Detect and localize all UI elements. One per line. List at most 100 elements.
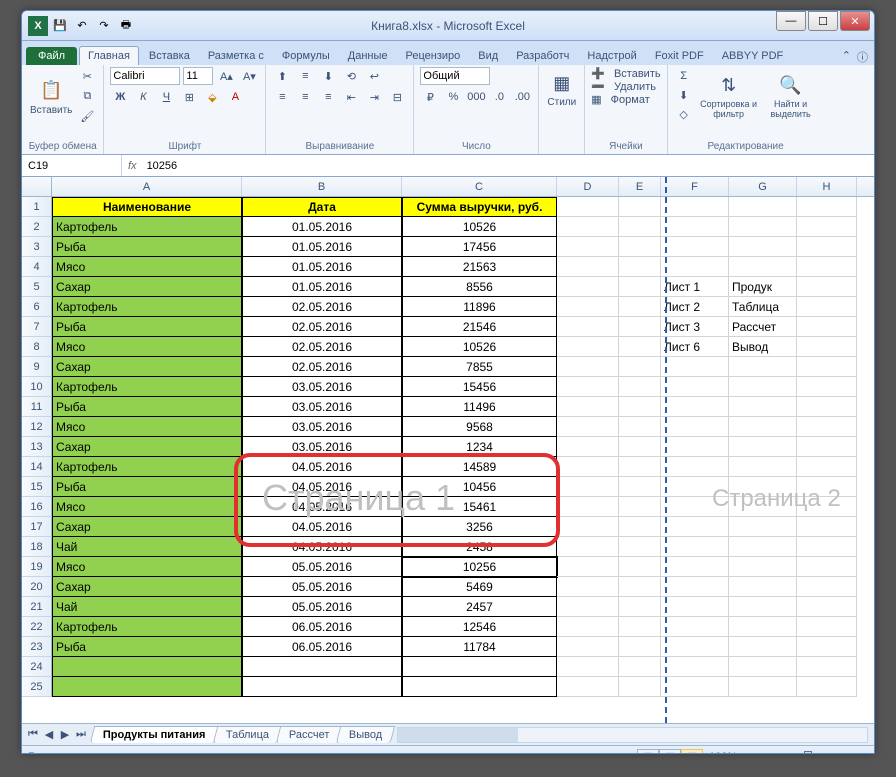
font-name-select[interactable] — [110, 67, 180, 85]
help-icon[interactable]: ⓘ — [857, 49, 868, 65]
cell[interactable] — [661, 357, 729, 377]
cell[interactable] — [619, 497, 661, 517]
fill-icon[interactable]: ⬇ — [674, 86, 694, 104]
cell[interactable]: 2458 — [402, 537, 557, 557]
align-bottom-icon[interactable]: ⬇ — [318, 67, 338, 85]
cell[interactable] — [661, 597, 729, 617]
cell[interactable] — [797, 557, 857, 577]
cell[interactable] — [729, 617, 797, 637]
orientation-icon[interactable]: ⟲ — [341, 67, 361, 85]
cell[interactable] — [557, 457, 619, 477]
zoom-thumb[interactable] — [804, 751, 812, 755]
cell[interactable] — [661, 557, 729, 577]
cell[interactable] — [557, 597, 619, 617]
sheet-tab[interactable]: Рассчет — [275, 726, 342, 743]
file-tab[interactable]: Файл — [26, 47, 77, 65]
cell[interactable]: Продук — [729, 277, 797, 297]
row-header[interactable]: 19 — [22, 557, 52, 577]
cell[interactable] — [557, 677, 619, 697]
cell[interactable] — [661, 497, 729, 517]
formula-input[interactable]: 10256 — [143, 160, 874, 172]
decrease-indent-icon[interactable]: ⇤ — [341, 88, 361, 106]
cell[interactable] — [619, 217, 661, 237]
row-header[interactable]: 10 — [22, 377, 52, 397]
cell[interactable] — [729, 237, 797, 257]
app-icon[interactable]: X — [28, 16, 48, 36]
cell[interactable]: 11784 — [402, 637, 557, 657]
cell[interactable]: Сахар — [52, 577, 242, 597]
cell[interactable]: 15461 — [402, 497, 557, 517]
cell[interactable]: Рыба — [52, 637, 242, 657]
minimize-button[interactable]: — — [776, 11, 806, 31]
close-button[interactable]: ✕ — [840, 11, 870, 31]
cell[interactable] — [619, 277, 661, 297]
cell[interactable]: 8556 — [402, 277, 557, 297]
paste-button[interactable]: 📋 Вставить — [28, 75, 74, 118]
cell[interactable]: 05.05.2016 — [242, 557, 402, 577]
cell[interactable]: Мясо — [52, 337, 242, 357]
cell[interactable] — [557, 377, 619, 397]
cell[interactable] — [557, 397, 619, 417]
row-header[interactable]: 17 — [22, 517, 52, 537]
cell[interactable] — [619, 397, 661, 417]
row-header[interactable]: 22 — [22, 617, 52, 637]
tab-view[interactable]: Вид — [470, 47, 506, 65]
cell[interactable] — [661, 457, 729, 477]
autosum-icon[interactable]: Σ — [674, 67, 694, 85]
cell[interactable]: Картофель — [52, 217, 242, 237]
cell[interactable] — [402, 677, 557, 697]
cell[interactable] — [619, 457, 661, 477]
cell[interactable] — [619, 357, 661, 377]
cell[interactable] — [797, 597, 857, 617]
row-header[interactable]: 13 — [22, 437, 52, 457]
cell[interactable] — [797, 217, 857, 237]
cell[interactable]: Сахар — [52, 437, 242, 457]
cell[interactable]: 04.05.2016 — [242, 477, 402, 497]
name-box[interactable]: C19 — [22, 155, 122, 176]
sheet-nav-prev-icon[interactable]: ◀ — [42, 727, 56, 743]
row-header[interactable]: 2 — [22, 217, 52, 237]
cell[interactable]: 05.05.2016 — [242, 597, 402, 617]
cell[interactable] — [619, 657, 661, 677]
cell[interactable]: Мясо — [52, 417, 242, 437]
cell[interactable] — [619, 557, 661, 577]
cell[interactable] — [619, 297, 661, 317]
cell[interactable]: 10456 — [402, 477, 557, 497]
tab-insert[interactable]: Вставка — [141, 47, 198, 65]
cell[interactable]: 06.05.2016 — [242, 637, 402, 657]
increase-indent-icon[interactable]: ⇥ — [364, 88, 384, 106]
cell[interactable]: 03.05.2016 — [242, 437, 402, 457]
cell[interactable]: 10256 — [402, 557, 557, 577]
row-header[interactable]: 5 — [22, 277, 52, 297]
cell[interactable]: Наименование — [52, 197, 242, 217]
cell[interactable] — [797, 497, 857, 517]
row-header[interactable]: 12 — [22, 417, 52, 437]
cell[interactable] — [619, 677, 661, 697]
sheet-tab[interactable]: Таблица — [212, 726, 282, 743]
cell[interactable] — [557, 337, 619, 357]
cell[interactable]: 03.05.2016 — [242, 377, 402, 397]
number-format-select[interactable] — [420, 67, 490, 85]
cell[interactable] — [797, 297, 857, 317]
cell[interactable] — [729, 577, 797, 597]
cell[interactable]: Мясо — [52, 557, 242, 577]
cell[interactable]: 21563 — [402, 257, 557, 277]
cell[interactable] — [797, 677, 857, 697]
cell[interactable] — [797, 437, 857, 457]
cell[interactable]: Таблица — [729, 297, 797, 317]
cell[interactable] — [797, 537, 857, 557]
cell[interactable]: 02.05.2016 — [242, 317, 402, 337]
zoom-out-button[interactable]: − — [743, 751, 749, 755]
fx-icon[interactable]: fx — [122, 160, 143, 172]
row-header[interactable]: 21 — [22, 597, 52, 617]
column-header[interactable]: D — [557, 177, 619, 196]
cell[interactable] — [797, 457, 857, 477]
cell[interactable] — [797, 357, 857, 377]
cell[interactable]: Сумма выручки, руб. — [402, 197, 557, 217]
cell[interactable]: Чай — [52, 537, 242, 557]
cell[interactable] — [797, 277, 857, 297]
cell[interactable] — [729, 557, 797, 577]
cell[interactable] — [619, 477, 661, 497]
cell[interactable] — [797, 637, 857, 657]
tab-review[interactable]: Рецензиро — [398, 47, 469, 65]
